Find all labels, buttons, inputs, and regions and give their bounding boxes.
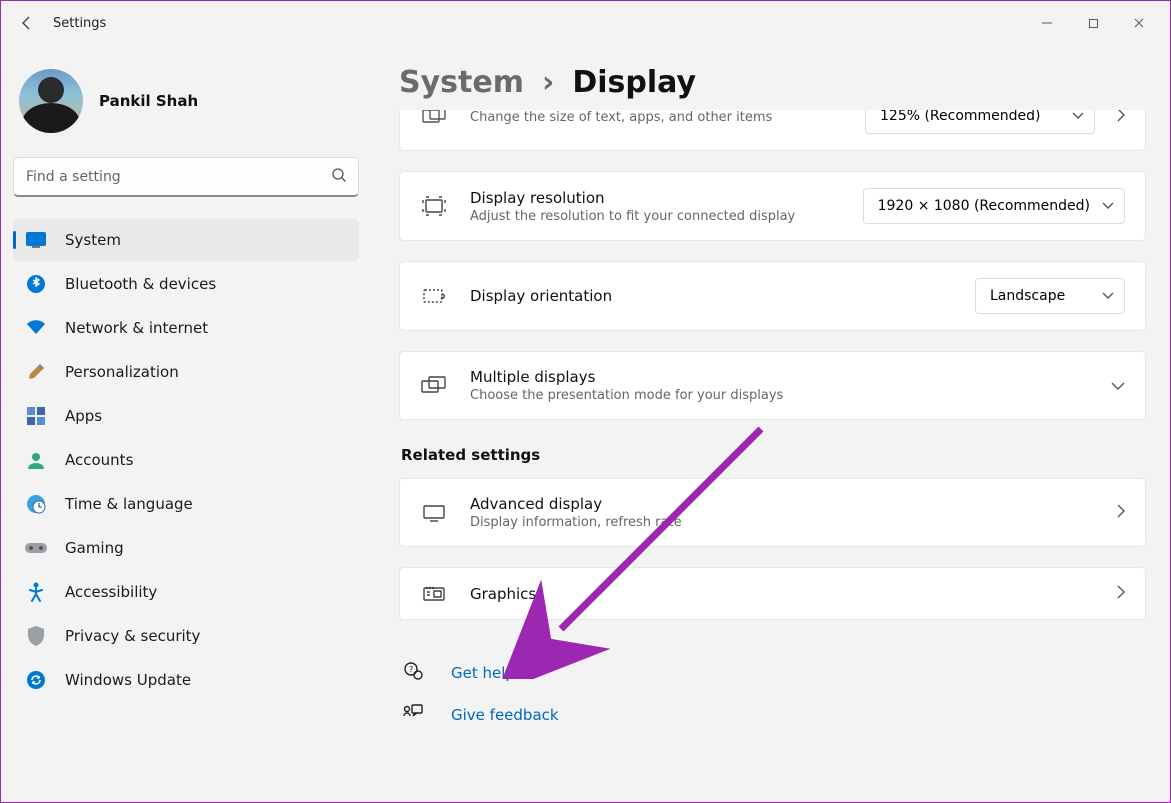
- related-heading: Related settings: [401, 446, 1146, 464]
- search-icon: [331, 167, 347, 187]
- breadcrumb-parent[interactable]: System: [399, 65, 524, 100]
- update-icon: [25, 669, 47, 691]
- nav-label: Time & language: [65, 495, 193, 513]
- nav-label: Accounts: [65, 451, 133, 469]
- card-title: Advanced display: [470, 495, 1095, 513]
- nav-label: Apps: [65, 407, 102, 425]
- feedback-icon: [403, 704, 425, 726]
- breadcrumb-current: Display: [572, 65, 696, 100]
- card-resolution[interactable]: Display resolution Adjust the resolution…: [399, 171, 1146, 241]
- back-button[interactable]: [9, 5, 45, 41]
- give-feedback-row: Give feedback: [399, 694, 1146, 736]
- app-title: Settings: [53, 16, 106, 31]
- breadcrumb-separator: ›: [542, 65, 554, 100]
- nav-label: Windows Update: [65, 671, 191, 689]
- content[interactable]: Change the size of text, apps, and other…: [399, 110, 1146, 770]
- help-icon: ?: [403, 661, 425, 685]
- monitor-icon: [420, 504, 448, 522]
- nav-accounts[interactable]: Accounts: [13, 439, 359, 481]
- paintbrush-icon: [25, 361, 47, 383]
- card-advanced-display[interactable]: Advanced display Display information, re…: [399, 478, 1146, 547]
- avatar: [19, 69, 83, 133]
- card-multiple-displays[interactable]: Multiple displays Choose the presentatio…: [399, 351, 1146, 420]
- chevron-right-icon: [1117, 110, 1125, 126]
- get-help-row: ? Get help: [399, 652, 1146, 694]
- wifi-icon: [25, 317, 47, 339]
- chevron-down-icon: [1072, 110, 1084, 124]
- nav-label: Accessibility: [65, 583, 157, 601]
- chevron-down-icon: [1111, 376, 1125, 395]
- breadcrumb: System › Display: [399, 65, 1146, 100]
- nav-label: Privacy & security: [65, 627, 200, 645]
- search-wrap: [13, 157, 359, 197]
- gamepad-icon: [25, 537, 47, 559]
- nav-network[interactable]: Network & internet: [13, 307, 359, 349]
- nav-apps[interactable]: Apps: [13, 395, 359, 437]
- minimize-icon: [1041, 17, 1053, 29]
- titlebar: Settings: [1, 1, 1170, 45]
- multiple-displays-icon: [420, 376, 448, 396]
- card-sub: Adjust the resolution to fit your connec…: [470, 209, 841, 224]
- orientation-dropdown[interactable]: Landscape: [975, 278, 1125, 314]
- card-title: Multiple displays: [470, 368, 1089, 386]
- card-title: Graphics: [470, 585, 1095, 603]
- shield-icon: [25, 625, 47, 647]
- resolution-dropdown[interactable]: 1920 × 1080 (Recommended): [863, 188, 1125, 224]
- orientation-icon: [420, 286, 448, 306]
- maximize-icon: [1088, 18, 1099, 29]
- card-graphics[interactable]: Graphics: [399, 567, 1146, 620]
- search-input[interactable]: [13, 157, 359, 197]
- main: System › Display Change the size of text…: [371, 45, 1170, 802]
- card-sub: Choose the presentation mode for your di…: [470, 388, 1089, 403]
- arrow-left-icon: [19, 15, 35, 31]
- chevron-down-icon: [1102, 198, 1114, 214]
- card-title: Display resolution: [470, 189, 841, 207]
- get-help-link[interactable]: Get help: [451, 664, 515, 682]
- accessibility-icon: [25, 581, 47, 603]
- chevron-right-icon: [1117, 584, 1125, 603]
- nav-privacy[interactable]: Privacy & security: [13, 615, 359, 657]
- graphics-icon: [420, 585, 448, 603]
- nav-bluetooth[interactable]: Bluetooth & devices: [13, 263, 359, 305]
- apps-icon: [25, 405, 47, 427]
- close-button[interactable]: [1116, 7, 1162, 39]
- nav-update[interactable]: Windows Update: [13, 659, 359, 701]
- clock-globe-icon: [25, 493, 47, 515]
- nav: System Bluetooth & devices Network & int…: [13, 219, 359, 701]
- nav-label: Bluetooth & devices: [65, 275, 216, 293]
- nav-system[interactable]: System: [13, 219, 359, 261]
- close-icon: [1133, 17, 1145, 29]
- bluetooth-icon: [25, 273, 47, 295]
- nav-label: System: [65, 231, 121, 249]
- chevron-down-icon: [1102, 288, 1114, 304]
- system-icon: [25, 229, 47, 251]
- profile[interactable]: Pankil Shah: [13, 63, 359, 151]
- card-title: Display orientation: [470, 287, 953, 305]
- nav-time[interactable]: Time & language: [13, 483, 359, 525]
- nav-label: Network & internet: [65, 319, 208, 337]
- card-sub: Change the size of text, apps, and other…: [470, 110, 843, 125]
- profile-name: Pankil Shah: [99, 92, 198, 110]
- nav-label: Personalization: [65, 363, 179, 381]
- card-sub: Display information, refresh rate: [470, 515, 1095, 530]
- nav-accessibility[interactable]: Accessibility: [13, 571, 359, 613]
- nav-gaming[interactable]: Gaming: [13, 527, 359, 569]
- give-feedback-link[interactable]: Give feedback: [451, 706, 559, 724]
- maximize-button[interactable]: [1070, 7, 1116, 39]
- minimize-button[interactable]: [1024, 7, 1070, 39]
- card-scale[interactable]: Change the size of text, apps, and other…: [399, 110, 1146, 151]
- svg-text:?: ?: [409, 665, 413, 674]
- nav-label: Gaming: [65, 539, 124, 557]
- chevron-right-icon: [1117, 503, 1125, 522]
- scale-dropdown[interactable]: 125% (Recommended): [865, 110, 1095, 134]
- resolution-icon: [420, 196, 448, 216]
- scale-icon: [420, 110, 448, 125]
- person-icon: [25, 449, 47, 471]
- sidebar: Pankil Shah System Bluetooth & devices N…: [1, 45, 371, 802]
- nav-personalization[interactable]: Personalization: [13, 351, 359, 393]
- card-orientation[interactable]: Display orientation Landscape: [399, 261, 1146, 331]
- window-controls: [1024, 7, 1162, 39]
